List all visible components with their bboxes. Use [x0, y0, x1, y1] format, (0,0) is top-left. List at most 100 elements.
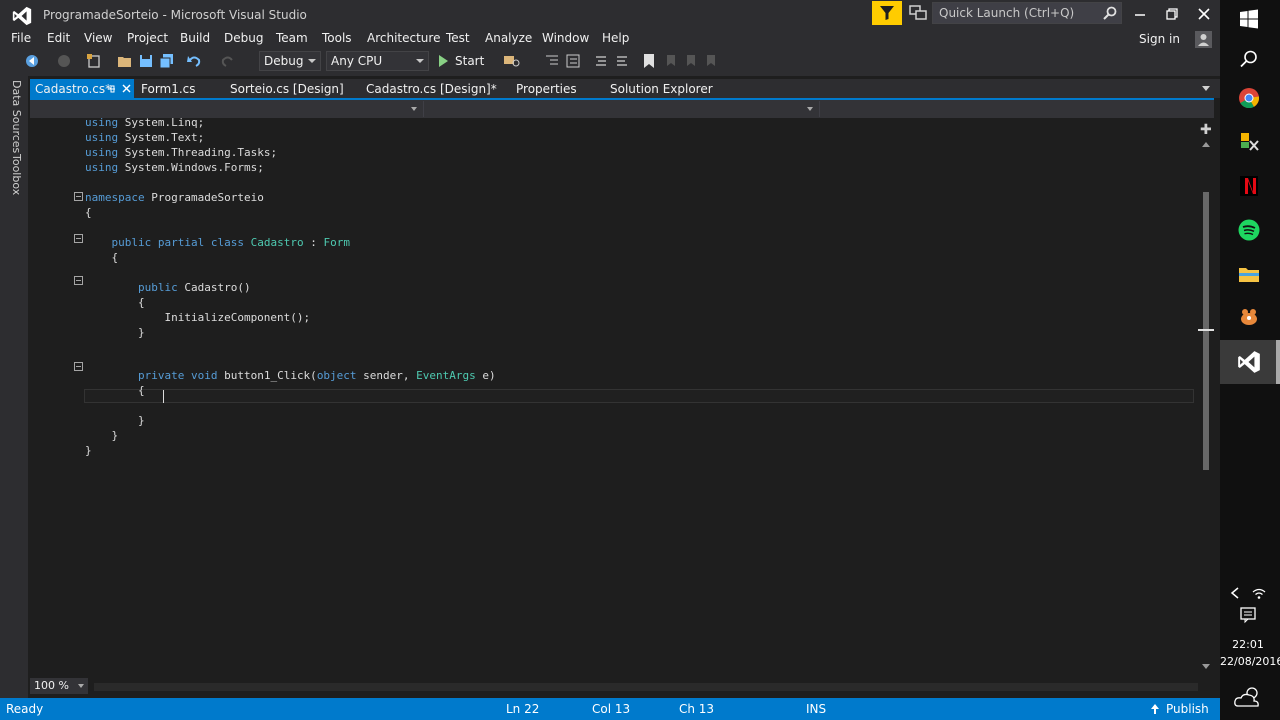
horizontal-scrollbar[interactable] [94, 683, 1198, 691]
previous-bookmark-icon[interactable] [664, 53, 678, 69]
quick-launch-input[interactable]: Quick Launch (Ctrl+Q) [932, 2, 1122, 24]
menu-view[interactable]: View [84, 31, 112, 45]
split-window-icon[interactable]: ✚ [1200, 122, 1212, 138]
zoom-select[interactable]: 100 % [30, 678, 88, 694]
code-line[interactable]: } [85, 413, 145, 428]
weather-icon[interactable] [1232, 684, 1264, 710]
new-project-icon[interactable] [86, 53, 102, 69]
code-line[interactable]: public partial class Cadastro : Form [85, 235, 350, 250]
code-line[interactable]: using System.Text; [85, 130, 204, 145]
action-center-icon[interactable] [1239, 606, 1257, 624]
close-button[interactable] [1192, 4, 1216, 24]
open-file-icon[interactable] [117, 53, 133, 69]
menu-analyze[interactable]: Analyze [485, 31, 532, 45]
scroll-up-icon[interactable] [1202, 142, 1210, 147]
browser-link-icon[interactable] [503, 53, 521, 69]
publish-arrow-icon[interactable] [1150, 703, 1160, 715]
chrome-icon[interactable] [1236, 85, 1262, 111]
code-line[interactable]: InitializeComponent(); [85, 310, 310, 325]
clock-time[interactable]: 22:01 [1220, 638, 1276, 651]
code-line[interactable]: public Cadastro() [85, 280, 251, 295]
windows-start-icon[interactable] [1236, 6, 1262, 32]
menu-file[interactable]: File [11, 31, 31, 45]
next-bookmark-icon[interactable] [684, 53, 698, 69]
menu-window[interactable]: Window [542, 31, 589, 45]
code-line[interactable]: } [85, 325, 145, 340]
code-line[interactable]: { [85, 295, 145, 310]
menu-edit[interactable]: Edit [47, 31, 70, 45]
uncomment-lines-icon[interactable] [614, 53, 630, 69]
gimp-icon[interactable] [1236, 304, 1262, 330]
show-threads-icon[interactable] [565, 53, 581, 69]
menu-help[interactable]: Help [602, 31, 629, 45]
collapse-constructor-icon[interactable] [74, 276, 83, 285]
account-icon[interactable] [1195, 31, 1212, 48]
tab-solution-explorer[interactable]: Solution Explorer [605, 79, 718, 99]
chevron-left-icon[interactable] [1229, 586, 1241, 600]
collapse-class-icon[interactable] [74, 234, 83, 243]
code-line[interactable]: using System.Windows.Forms; [85, 160, 264, 175]
data-sources-tab[interactable]: Data Sources [10, 80, 23, 153]
code-line[interactable]: { [85, 205, 92, 220]
menu-project[interactable]: Project [127, 31, 168, 45]
menu-build[interactable]: Build [180, 31, 210, 45]
visual-studio-taskbar-icon[interactable] [1236, 349, 1262, 375]
collapse-method-icon[interactable] [74, 362, 83, 371]
tab-cadastro-cs[interactable]: Cadastro.cs* [30, 79, 134, 99]
code-line[interactable]: } [85, 443, 92, 458]
bookmark-icon[interactable] [643, 53, 655, 69]
solution-configuration-select[interactable]: Debug [259, 51, 321, 71]
save-all-icon[interactable] [159, 53, 175, 69]
file-explorer-icon[interactable] [1236, 261, 1262, 287]
tab-cadastro-design[interactable]: Cadastro.cs [Design]* [361, 79, 502, 99]
code-line[interactable]: private void button1_Click(object sender… [85, 368, 496, 383]
sign-in-link[interactable]: Sign in [1139, 32, 1180, 46]
menu-tools[interactable]: Tools [322, 31, 352, 45]
vertical-scroll-thumb[interactable] [1203, 192, 1209, 470]
code-line[interactable]: { [85, 250, 118, 265]
code-line[interactable]: } [85, 428, 118, 443]
netflix-icon[interactable] [1236, 173, 1262, 199]
project-dropdown[interactable] [30, 101, 424, 117]
menu-team[interactable]: Team [276, 31, 308, 45]
scroll-down-icon[interactable] [1202, 664, 1210, 669]
code-line[interactable]: using System.Linq; [85, 118, 204, 130]
minimize-button[interactable] [1128, 4, 1152, 24]
type-dropdown[interactable] [426, 101, 820, 117]
comment-lines-icon[interactable] [593, 53, 609, 69]
notifications-filter-button[interactable] [872, 1, 902, 25]
close-tab-icon[interactable] [122, 84, 131, 93]
clear-bookmarks-icon[interactable] [704, 53, 718, 69]
code-line[interactable]: namespace ProgramadeSorteio [85, 190, 264, 205]
navigate-back-icon[interactable] [24, 53, 40, 69]
solution-platform-select[interactable]: Any CPU [326, 51, 429, 71]
navigate-forward-icon[interactable] [56, 53, 72, 69]
menu-architecture[interactable]: Architecture [367, 31, 440, 45]
code-line[interactable]: { [85, 383, 145, 398]
vertical-scrollbar[interactable]: ✚ [1198, 118, 1214, 676]
member-dropdown[interactable] [822, 101, 1212, 117]
clock-date[interactable]: 22/08/2016 [1220, 655, 1280, 668]
collapse-namespace-icon[interactable] [74, 192, 83, 201]
wifi-icon[interactable] [1251, 586, 1267, 600]
code-line[interactable]: using System.Threading.Tasks; [85, 145, 277, 160]
tab-sorteio-design[interactable]: Sorteio.cs [Design] [225, 79, 349, 99]
menu-test[interactable]: Test [446, 31, 470, 45]
menu-debug[interactable]: Debug [224, 31, 263, 45]
save-icon[interactable] [138, 53, 154, 69]
search-icon[interactable] [1236, 46, 1262, 72]
spotify-icon[interactable] [1236, 217, 1262, 243]
undo-icon[interactable] [186, 53, 202, 69]
toolbox-tab[interactable]: Toolbox [10, 154, 23, 195]
pin-icon[interactable] [107, 84, 116, 94]
tools-app-icon[interactable] [1236, 129, 1262, 155]
step-into-icon[interactable] [544, 53, 560, 69]
redo-icon[interactable] [220, 53, 236, 69]
tab-properties[interactable]: Properties [511, 79, 582, 99]
tab-form1-cs[interactable]: Form1.cs [136, 79, 201, 99]
feedback-icon[interactable] [909, 5, 927, 21]
publish-button[interactable]: Publish [1166, 702, 1209, 716]
tabs-dropdown-icon[interactable] [1202, 86, 1210, 91]
restore-button[interactable] [1160, 4, 1184, 24]
code-editor[interactable]: using System.Linq; using System.Text; usin… [30, 118, 1198, 676]
